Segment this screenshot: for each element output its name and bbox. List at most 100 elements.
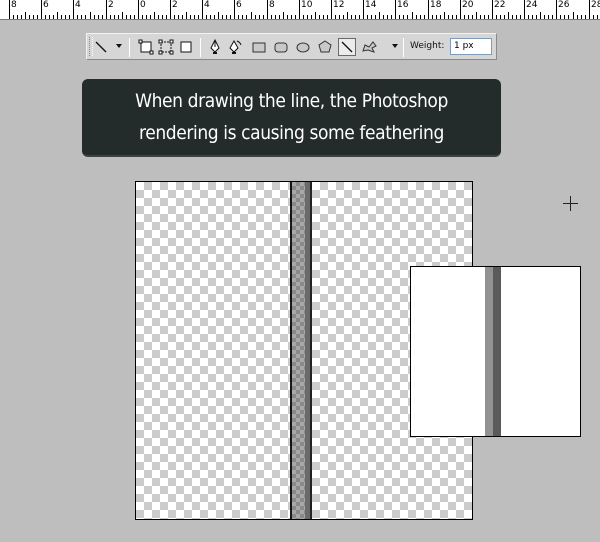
ellipse-tool-button[interactable] — [294, 38, 312, 56]
ruler-minor-tick — [540, 12, 541, 19]
paths-button[interactable] — [157, 38, 175, 56]
custom-shape-tool-button[interactable] — [360, 38, 378, 56]
caption-banner: When drawing the line, the Photoshop ren… — [82, 79, 501, 157]
ruler-minor-tick — [339, 15, 340, 19]
ruler-minor-tick — [126, 15, 127, 19]
ruler-minor-tick — [29, 15, 30, 19]
toolbar-divider — [403, 38, 404, 57]
weight-label: Weight: — [410, 41, 445, 51]
ruler-minor-tick — [319, 15, 320, 19]
ruler-major-tick — [73, 0, 74, 19]
line-tool-button[interactable] — [338, 38, 356, 56]
inset-light-stripe — [485, 267, 493, 436]
ruler-major-tick — [202, 0, 203, 19]
ruler-label: 4 — [75, 0, 81, 10]
ruler-minor-tick — [283, 12, 284, 19]
ruler-minor-tick — [544, 15, 545, 19]
ruler-minor-tick — [242, 15, 243, 19]
ruler-minor-tick — [255, 15, 256, 19]
ruler-minor-tick — [375, 15, 376, 19]
ruler-minor-tick — [33, 15, 34, 19]
ruler-major-tick — [170, 0, 171, 19]
ruler-minor-tick — [146, 15, 147, 19]
line-tool-icon — [95, 41, 107, 53]
ruler-minor-tick — [564, 15, 565, 19]
ruler-minor-tick — [476, 12, 477, 19]
ruler-minor-tick — [114, 15, 115, 19]
ruler-minor-tick — [323, 15, 324, 19]
ruler-minor-tick — [444, 12, 445, 19]
ruler-major-tick — [138, 0, 139, 19]
ruler-minor-tick — [536, 15, 537, 19]
ruler-minor-tick — [464, 15, 465, 19]
ruler-minor-tick — [560, 15, 561, 19]
ruler-minor-tick — [118, 15, 119, 19]
paths-icon — [158, 39, 174, 55]
ruler-minor-tick — [206, 15, 207, 19]
ruler-minor-tick — [134, 15, 135, 19]
weight-input[interactable]: 1 px — [450, 38, 492, 55]
ruler-major-tick — [41, 0, 42, 19]
polygon-tool-button[interactable] — [316, 38, 334, 56]
ruler-label: 6 — [43, 0, 49, 10]
ruler-minor-tick — [379, 12, 380, 19]
ruler-minor-tick — [251, 12, 252, 19]
ruler-label: 2 — [172, 0, 178, 10]
ruler-minor-tick — [214, 15, 215, 19]
ruler-minor-tick — [581, 15, 582, 19]
ruler-minor-tick — [548, 15, 549, 19]
polygon-icon — [318, 40, 332, 53]
ruler-minor-tick — [399, 15, 400, 19]
chevron-down-icon[interactable] — [392, 44, 398, 48]
fill-pixels-icon — [180, 41, 192, 53]
ruler-minor-tick — [158, 15, 159, 19]
freeform-pen-button[interactable] — [226, 38, 244, 56]
toolbar-divider — [129, 38, 130, 57]
ruler-major-tick — [589, 0, 590, 19]
ruler-minor-tick — [367, 15, 368, 19]
shape-layers-button[interactable] — [137, 38, 155, 56]
ruler-minor-tick — [448, 15, 449, 19]
ruler-minor-tick — [500, 15, 501, 19]
ruler-minor-tick — [222, 15, 223, 19]
ruler-minor-tick — [573, 12, 574, 19]
ruler-minor-tick — [13, 15, 14, 19]
pen-tool-button[interactable] — [206, 38, 224, 56]
ruler-major-tick — [556, 0, 557, 19]
rounded-rectangle-tool-button[interactable] — [272, 38, 290, 56]
ruler-minor-tick — [291, 15, 292, 19]
ruler-minor-tick — [416, 15, 417, 19]
fill-pixels-button[interactable] — [177, 38, 195, 56]
ruler-minor-tick — [279, 15, 280, 19]
options-bar: Weight: 1 px — [86, 33, 497, 60]
ruler-minor-tick — [424, 15, 425, 19]
ruler-minor-tick — [516, 15, 517, 19]
ruler-label: 16 — [397, 0, 409, 10]
ruler-minor-tick — [122, 12, 123, 19]
ruler-major-tick — [106, 0, 107, 19]
ruler-minor-tick — [194, 15, 195, 19]
ruler-minor-tick — [383, 15, 384, 19]
chevron-down-icon[interactable] — [116, 44, 122, 48]
ruler-minor-tick — [17, 15, 18, 19]
ruler-label: 28 — [591, 0, 600, 10]
ruler-minor-tick — [81, 15, 82, 19]
ruler-minor-tick — [210, 15, 211, 19]
ruler-minor-tick — [436, 15, 437, 19]
line-tool-preset-button[interactable] — [92, 38, 110, 56]
ruler-major-tick — [363, 0, 364, 19]
ruler-major-tick — [331, 0, 332, 19]
line-edge-right — [310, 182, 312, 519]
ruler-label: 0 — [140, 0, 146, 10]
ruler-minor-tick — [307, 15, 308, 19]
ruler-major-tick — [524, 0, 525, 19]
ruler-minor-tick — [593, 15, 594, 19]
rectangle-tool-button[interactable] — [250, 38, 268, 56]
ruler-minor-tick — [577, 15, 578, 19]
ruler-label: 26 — [558, 0, 570, 10]
ruler-label: 12 — [333, 0, 345, 10]
ruler-minor-tick — [21, 15, 22, 19]
ruler-minor-tick — [45, 15, 46, 19]
ruler-major-tick — [9, 0, 10, 19]
ruler-minor-tick — [69, 15, 70, 19]
